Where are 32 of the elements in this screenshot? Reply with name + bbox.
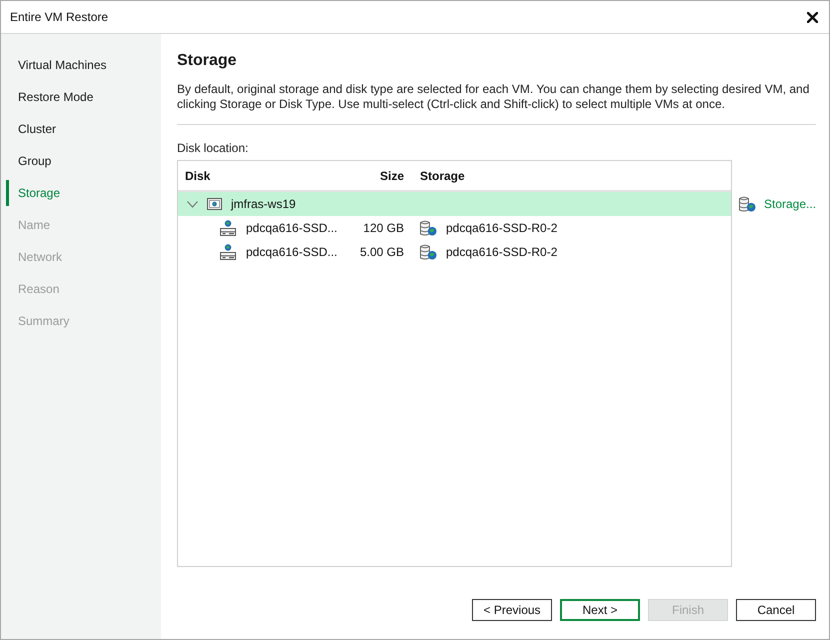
storage-name: pdcqa616-SSD-R0-2 bbox=[446, 220, 558, 237]
sidebar-item[interactable]: Virtual Machines bbox=[6, 52, 161, 78]
sidebar-item[interactable]: Cluster bbox=[6, 116, 161, 142]
page-title: Storage bbox=[177, 51, 238, 71]
column-header[interactable]: Disk bbox=[178, 166, 352, 184]
dialog-button[interactable]: Cancel bbox=[736, 599, 816, 621]
disk-name: pdcqa616-SSD... bbox=[246, 244, 338, 261]
column-header[interactable]: Storage bbox=[412, 166, 731, 184]
disk-name: pdcqa616-SSD... bbox=[246, 220, 338, 237]
vm-row[interactable]: jmfras-ws19 bbox=[178, 192, 731, 216]
server-globe-icon bbox=[220, 244, 236, 260]
sidebar-item[interactable]: Group bbox=[6, 148, 161, 174]
window-title: Entire VM Restore bbox=[10, 9, 108, 26]
page-description: By default, original storage and disk type are selected for each VM. You can change them by selecting desired VM, and clicking Storage or Disk Type. Use multi-select (Ctrl-click and Shift-click) to select multiple VMs at once. bbox=[177, 82, 810, 112]
datastore-globe-icon bbox=[420, 244, 437, 260]
dialog-button[interactable]: < Previous bbox=[472, 599, 552, 621]
disk-size: 120 GB bbox=[362, 220, 405, 237]
storage-name: pdcqa616-SSD-R0-2 bbox=[446, 244, 558, 261]
sidebar-item[interactable]: Storage bbox=[6, 180, 161, 206]
dialog-button[interactable]: Next > bbox=[560, 599, 640, 621]
storage-link[interactable]: Storage... bbox=[764, 195, 816, 213]
datastore-globe-icon bbox=[739, 196, 756, 212]
chevron-down-icon[interactable] bbox=[187, 200, 198, 208]
vm-icon bbox=[207, 198, 222, 210]
column-header[interactable]: Size bbox=[352, 166, 412, 184]
sidebar-item[interactable]: Restore Mode bbox=[6, 84, 161, 110]
server-globe-icon bbox=[220, 220, 236, 236]
disk-location-label: Disk location: bbox=[177, 141, 250, 156]
close-icon[interactable] bbox=[807, 12, 818, 22]
vm-name: jmfras-ws19 bbox=[231, 196, 296, 213]
datastore-globe-icon bbox=[420, 220, 437, 236]
disk-size: 5.00 GB bbox=[358, 244, 405, 261]
